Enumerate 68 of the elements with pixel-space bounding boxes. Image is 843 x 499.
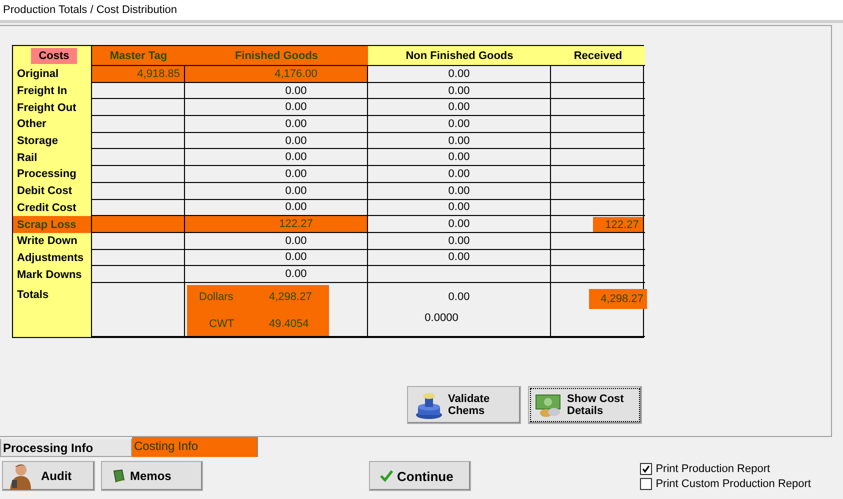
table-cell: 0.00 (368, 216, 551, 233)
table-cell: 0.00 (368, 200, 551, 216)
column-header: Master Tag (92, 46, 185, 66)
row-label: Other (13, 116, 92, 133)
row-label: Write Down (13, 232, 92, 250)
row-label: Rail (13, 149, 92, 166)
row-label: Storage (13, 132, 92, 150)
table-cell: 0.00 (368, 66, 551, 83)
table-cell: 0.00 (185, 232, 368, 250)
table-cell: 0.00 (368, 166, 551, 183)
column-header: Finished Goods (185, 46, 368, 66)
table-cell: 0.00 (185, 116, 368, 133)
tab[interactable]: Costing Info (132, 437, 258, 457)
dollars-value: 4,298.27 (269, 290, 313, 305)
row-label: Totals (13, 282, 92, 337)
table-cell: 0.00 (185, 82, 368, 100)
table-cell: 0.00 (448, 290, 470, 303)
row-label: Processing (13, 166, 92, 183)
checkbox-label: Print Production Report (656, 462, 770, 474)
checkbox[interactable] (640, 462, 652, 474)
table-cell: 0.00 (368, 232, 551, 250)
table-cell: 0.00 (368, 82, 551, 100)
table-cell: 0.00 (368, 250, 551, 266)
table-cell: 0.00 (185, 182, 368, 200)
table-cell: 4,298.27 (588, 288, 648, 309)
table-cell: 4,918.85 (92, 66, 185, 83)
person-icon (7, 462, 33, 490)
table-cell: 0.00 (368, 182, 551, 200)
table-cell: 0.00 (185, 266, 368, 283)
table-cell: 0.00 (368, 149, 551, 166)
tab[interactable]: Processing Info (0, 439, 132, 457)
window-title: Production Totals / Cost Distribution (0, 0, 843, 23)
details-button[interactable]: Show Cost Details (528, 386, 642, 424)
book-icon (112, 469, 126, 483)
table-cell: 0.00 (368, 116, 551, 133)
table-cell: 122.27 (185, 216, 368, 233)
row-label: Freight Out (13, 99, 92, 116)
row-label: Mark Downs (13, 266, 92, 283)
dollars-label: Dollars (199, 290, 234, 305)
column-header: Costs (30, 48, 78, 64)
memos-button[interactable]: Memos (101, 461, 203, 491)
row-label: Scrap Loss (13, 216, 92, 233)
row-label: Original (13, 66, 92, 83)
row-label: Freight In (13, 82, 92, 100)
table-cell: 122.27 (593, 216, 643, 232)
cwt-value: 49.4054 (269, 318, 310, 332)
checkbox-label: Print Custom Production Report (656, 478, 811, 490)
audit-button[interactable]: Audit (2, 461, 95, 491)
table-cell: 0.00 (368, 132, 551, 150)
table-cell: 0.00 (185, 99, 368, 116)
check-icon (380, 470, 393, 482)
column-header: Non Finished Goods (368, 46, 551, 66)
continue-button[interactable]: Continue (369, 461, 471, 491)
table-cell: 0.00 (185, 132, 368, 150)
checkbox[interactable] (640, 478, 652, 490)
row-label: Adjustments (13, 250, 92, 266)
table-cell: 0.00 (368, 99, 551, 116)
table-cell: 4,176.00 (185, 66, 368, 83)
column-header: Received (551, 46, 645, 66)
validate-button[interactable]: Validate Chems (407, 386, 521, 424)
cwt-label: CWT (208, 318, 236, 332)
table-cell: 0.00 (185, 166, 368, 183)
row-label: Credit Cost (13, 200, 92, 216)
table-cell: 0.00 (185, 250, 368, 266)
money-icon (535, 392, 563, 418)
table-cell: 0.00 (185, 149, 368, 166)
table-cell: 0.0000 (424, 312, 458, 324)
row-label: Debit Cost (13, 182, 92, 200)
